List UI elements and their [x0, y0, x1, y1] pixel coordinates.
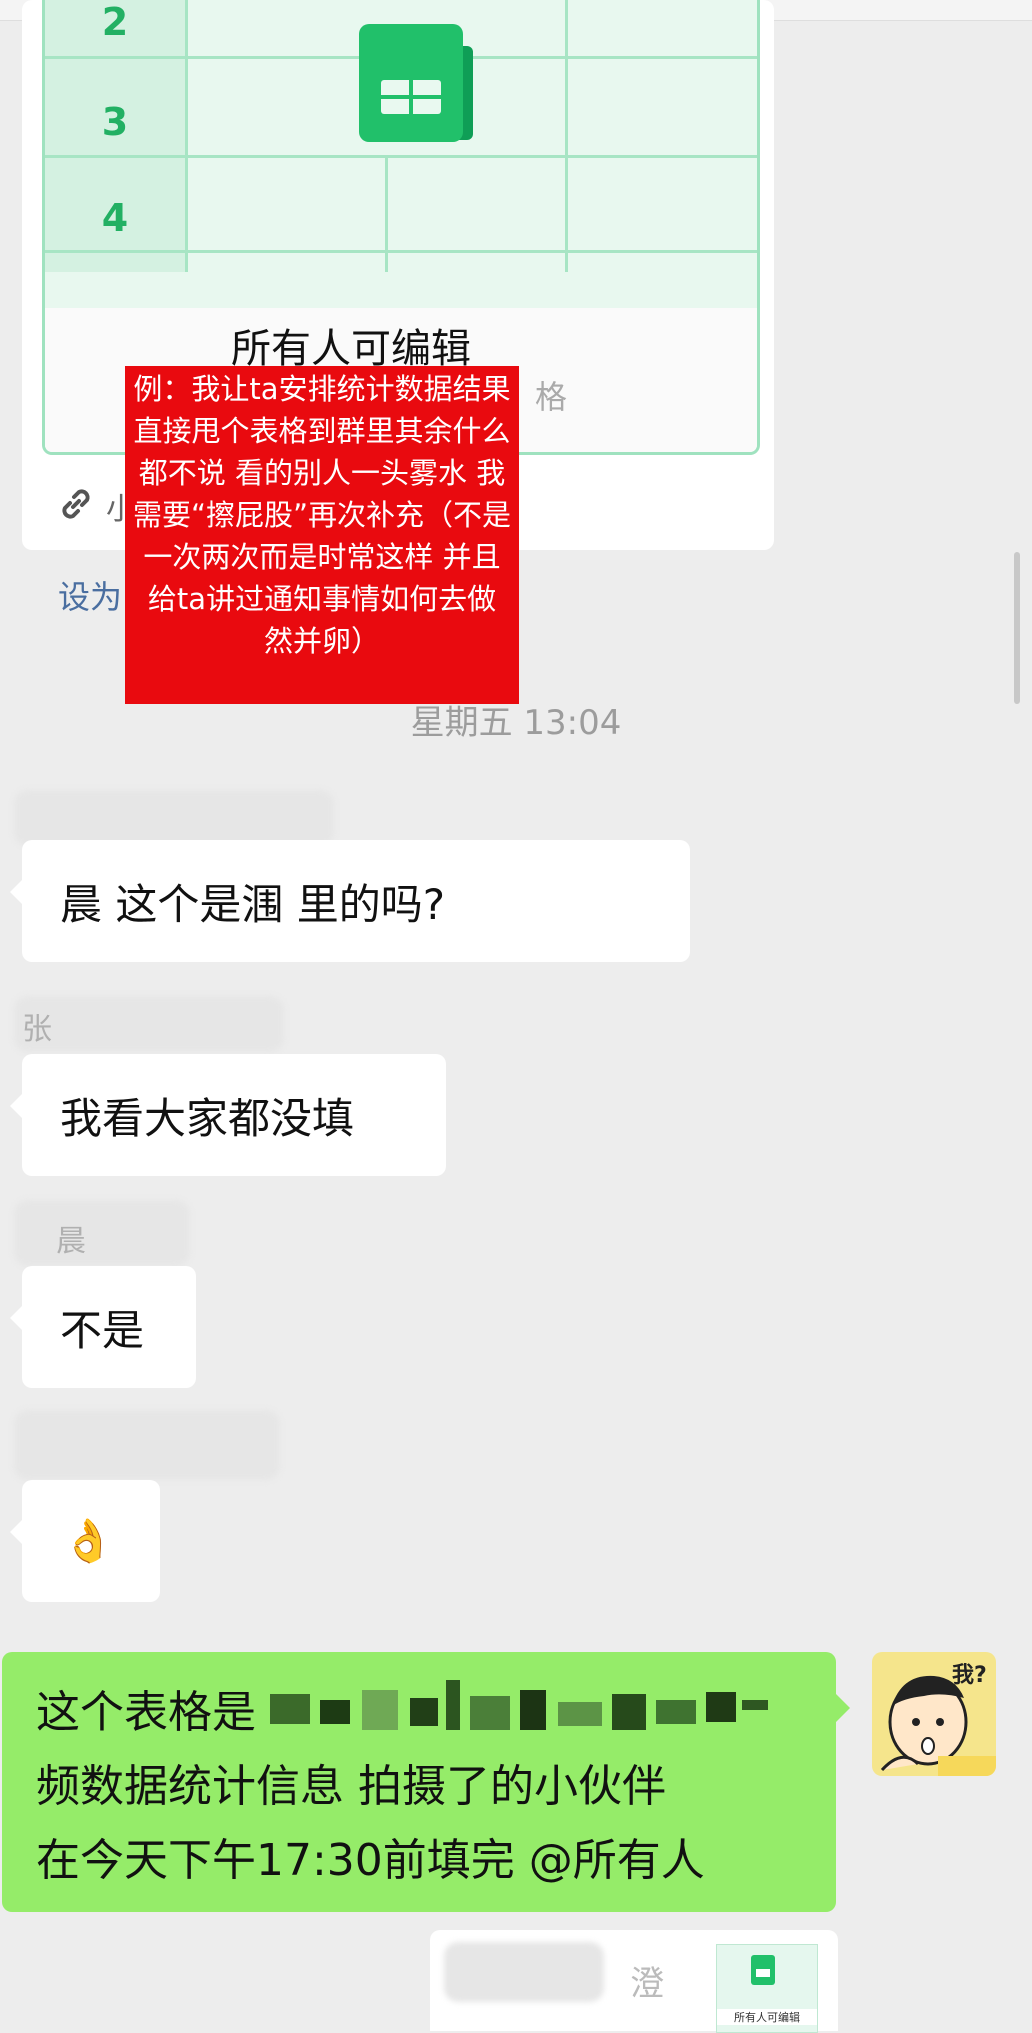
message-text-line2: 频数据统计信息 拍摄了的小伙伴	[36, 1761, 666, 1812]
avatar[interactable]: 我?	[872, 1652, 996, 1776]
blurred-sender-name	[14, 790, 334, 846]
blurred-sender-name	[14, 1200, 190, 1266]
grid-line	[45, 155, 757, 158]
card-text-fragment: 澄	[630, 1964, 664, 2004]
mini-sheet-preview: 所有人可编辑	[716, 1944, 818, 2033]
message-bubble[interactable]: 我看大家都没填	[10, 1054, 446, 1176]
mini-title: 所有人可编辑	[717, 2009, 817, 2025]
blurred-title	[444, 1942, 604, 2002]
grid-line	[385, 155, 388, 272]
forwarded-doc-card[interactable]: 澄 所有人可编辑	[430, 1930, 838, 2033]
grid-line	[45, 250, 757, 253]
message-bubble[interactable]: 晨 这个是涠 里的吗?	[10, 840, 690, 962]
row-number: 4	[101, 196, 129, 240]
pixelated-redaction	[270, 1680, 770, 1738]
spreadsheet-icon	[359, 24, 473, 142]
grid-line	[185, 0, 188, 272]
message-bubble[interactable]: 👌	[10, 1480, 160, 1602]
sender-name: 晨	[56, 1224, 86, 1259]
link-icon	[62, 489, 90, 519]
row-number: 2	[101, 0, 129, 44]
my-message-bubble[interactable]: 这个表格是 频数据统计信息 拍摄了的小伙伴 在今天下午17:30前填完 @所有人	[2, 1652, 850, 1912]
blurred-sender-name	[14, 996, 284, 1052]
set-as-link[interactable]: 设为	[58, 572, 122, 618]
scrollbar[interactable]	[1014, 552, 1020, 704]
message-bubble[interactable]: 不是	[10, 1266, 196, 1388]
message-text: 晨 这个是涠 里的吗?	[60, 879, 445, 929]
message-text-line1: 这个表格是	[36, 1687, 256, 1738]
avatar-caption: 我?	[952, 1663, 987, 1688]
row-number: 3	[101, 100, 129, 144]
sender-name: 张	[22, 1012, 52, 1047]
spreadsheet-icon	[751, 1955, 775, 1985]
message-text-line3: 在今天下午17:30前填完 @所有人	[36, 1835, 705, 1886]
annotation-overlay: 例：我让ta安排统计数据结果直接甩个表格到群里其余什么都不说 看的别人一头雾水 …	[125, 366, 519, 704]
blurred-sender-name	[14, 1410, 280, 1480]
chat-timestamp: 星期五 13:04	[410, 703, 622, 743]
cartoon-avatar-icon: 我?	[880, 1663, 996, 1776]
grid-line	[565, 0, 568, 272]
ok-hand-emoji: 👌	[62, 1516, 115, 1565]
doc-subtitle: 格	[535, 378, 568, 416]
message-text: 不是	[60, 1305, 145, 1355]
message-text: 我看大家都没填	[60, 1093, 355, 1143]
